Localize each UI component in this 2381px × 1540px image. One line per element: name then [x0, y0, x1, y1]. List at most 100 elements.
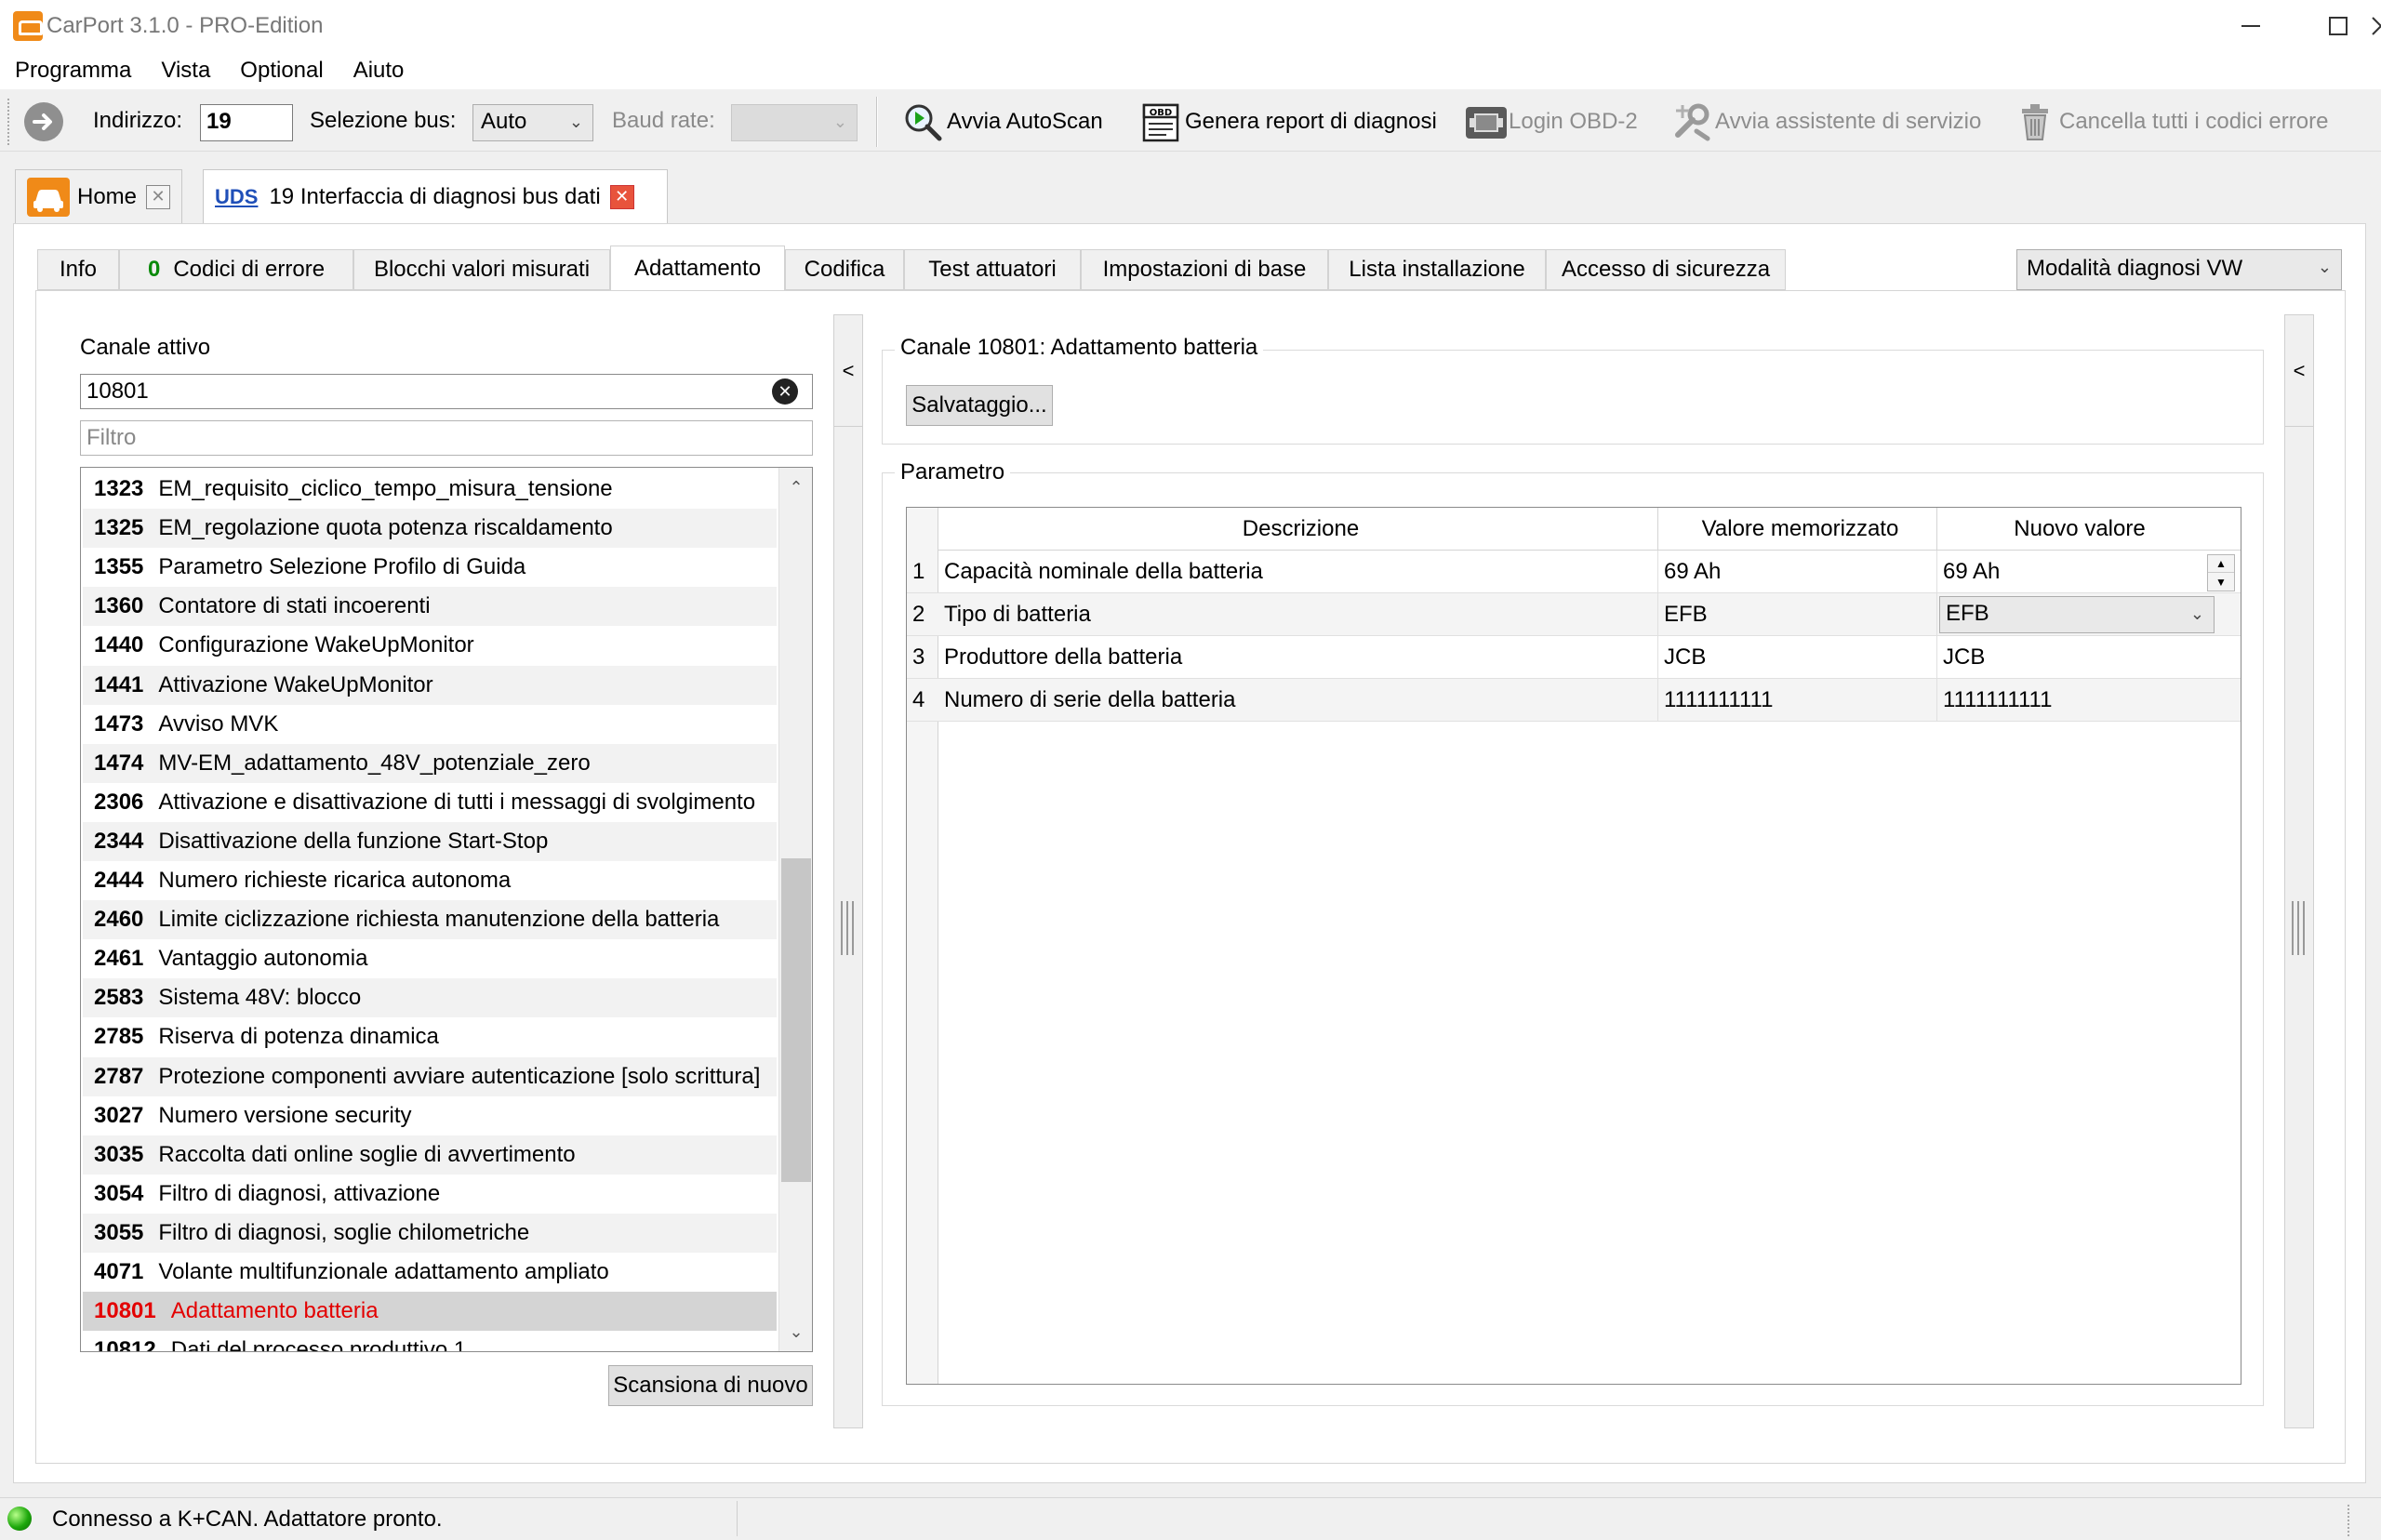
active-channel-label: Canale attivo — [80, 335, 211, 360]
row-new-value[interactable]: JCB — [1937, 636, 2216, 679]
col-new-value[interactable]: Nuovo valore — [1937, 508, 2216, 551]
channel-name: Disattivazione della funzione Start-Stop — [158, 829, 549, 854]
channel-title: Canale 10801: Adattamento batteria — [895, 335, 1264, 361]
active-channel-input[interactable]: 10801 — [80, 374, 813, 409]
channel-name: EM_requisito_ciclico_tempo_misura_tensio… — [158, 476, 613, 501]
clear-input-icon[interactable]: ✕ — [772, 378, 798, 405]
generate-report-button[interactable]: OBD Genera report di diagnosi — [1140, 97, 1437, 147]
report-document-icon: OBD — [1140, 101, 1181, 142]
address-label: Indirizzo: — [93, 108, 183, 133]
baud-select[interactable]: ⌄ — [731, 104, 858, 141]
close-window-button[interactable] — [2338, 0, 2381, 52]
channel-code: 2787 — [94, 1064, 144, 1089]
menu-programma[interactable]: Programma — [6, 58, 140, 84]
list-item[interactable]: 1325 EM_regolazione quota potenza riscald… — [83, 509, 777, 548]
list-item[interactable]: 2344 Disattivazione della funzione Start-… — [83, 822, 777, 861]
chevron-up-icon[interactable]: ⌃ — [779, 473, 812, 501]
list-item[interactable]: 3054 Filtro di diagnosi, attivazione — [83, 1175, 777, 1214]
collapse-left-button[interactable]: < — [834, 315, 862, 427]
doc-tab-interface[interactable]: UDS 19 Interfaccia di diagnosi bus dati … — [203, 169, 668, 223]
row-number: 4 — [912, 687, 925, 712]
list-item[interactable]: 1440 Configurazione WakeUpMonitor — [83, 626, 777, 665]
list-item[interactable]: 1360 Contatore di stati incoerenti — [83, 587, 777, 626]
connection-status-led-icon — [7, 1507, 32, 1531]
filter-input[interactable]: Filtro — [80, 420, 813, 456]
clear-codes-label: Cancella tutti i codici errore — [2059, 109, 2329, 134]
list-item[interactable]: 2787 Protezione componenti avviare autent… — [83, 1057, 777, 1096]
login-obd-button[interactable]: Login OBD-2 — [1464, 97, 1638, 147]
car-icon — [27, 177, 70, 217]
right-splitter[interactable]: < — [2284, 314, 2314, 1428]
close-tab-icon[interactable]: ✕ — [609, 184, 634, 209]
address-input[interactable]: 19 — [200, 104, 293, 141]
list-item[interactable]: 3035 Raccolta dati online soglie di avver… — [83, 1135, 777, 1175]
menu-vista[interactable]: Vista — [152, 58, 219, 84]
tab-security-access[interactable]: Accesso di sicurezza — [1546, 249, 1786, 290]
list-item[interactable]: 10812 Dati del processo produttivo 1 — [83, 1331, 777, 1351]
list-item[interactable]: 2785 Riserva di potenza dinamica — [83, 1017, 777, 1056]
list-item[interactable]: 1473 Avviso MVK — [83, 705, 777, 744]
tab-actuator-test[interactable]: Test attuatori — [904, 249, 1081, 290]
list-item[interactable]: 1474 MV-EM_adattamento_48V_potenziale_zer… — [83, 744, 777, 783]
rescan-button[interactable]: Scansiona di nuovo — [608, 1365, 813, 1406]
autoscan-button[interactable]: Avvia AutoScan — [902, 97, 1103, 147]
diagnosis-mode-select[interactable]: Modalità diagnosi VW ⌄ — [2016, 249, 2342, 290]
channel-name: Raccolta dati online soglie di avvertime… — [158, 1142, 576, 1167]
spin-down-icon[interactable]: ▼ — [2208, 573, 2234, 591]
scrollbar-thumb[interactable] — [781, 858, 811, 1182]
list-item[interactable]: 3027 Numero versione security — [83, 1096, 777, 1135]
tab-info[interactable]: Info — [37, 249, 119, 290]
menu-optional[interactable]: Optional — [231, 58, 332, 84]
list-item[interactable]: 1441 Attivazione WakeUpMonitor — [83, 666, 777, 705]
doc-tab-home[interactable]: Home ✕ — [15, 169, 182, 223]
list-item[interactable]: 2444 Numero richieste ricarica autonoma — [83, 861, 777, 900]
col-description[interactable]: Descrizione — [938, 508, 1658, 551]
battery-type-select[interactable]: EFB ⌄ — [1939, 596, 2215, 633]
menu-bar: Programma Vista Optional Aiuto — [0, 52, 2381, 89]
chevron-down-icon[interactable]: ⌄ — [779, 1318, 812, 1346]
resize-grip[interactable] — [2348, 1505, 2351, 1536]
spin-buttons[interactable]: ▲ ▼ — [2207, 554, 2235, 591]
connect-arrow-button[interactable] — [24, 102, 63, 141]
channel-code: 1473 — [94, 711, 144, 737]
uds-badge: UDS — [215, 184, 259, 208]
list-item[interactable]: 3055 Filtro di diagnosi, soglie chilometr… — [83, 1214, 777, 1253]
list-item[interactable]: 2583 Sistema 48V: blocco — [83, 978, 777, 1017]
channel-code: 3054 — [94, 1181, 144, 1206]
tab-coding[interactable]: Codifica — [785, 249, 904, 290]
save-button[interactable]: Salvataggio... — [906, 385, 1053, 426]
channel-list-scrollbar[interactable]: ⌃ ⌄ — [778, 468, 812, 1351]
tab-adaptation[interactable]: Adattamento — [610, 246, 785, 292]
list-item[interactable]: 4071 Volante multifunzionale adattamento … — [83, 1253, 777, 1292]
list-item[interactable]: 2306 Attivazione e disattivazione di tutt… — [83, 783, 777, 822]
splitter-grip-icon — [841, 901, 854, 955]
minimize-button[interactable] — [2208, 0, 2294, 52]
list-item[interactable]: 2461 Vantaggio autonomia — [83, 939, 777, 978]
service-assistant-button[interactable]: Avvia assistente di servizio — [1670, 97, 1981, 147]
tab-installation-list-label: Lista installazione — [1349, 257, 1525, 282]
channel-name: Filtro di diagnosi, soglie chilometriche — [158, 1220, 530, 1245]
window-title: CarPort 3.1.0 - PRO-Edition — [47, 13, 324, 38]
tab-basic-settings[interactable]: Impostazioni di base — [1081, 249, 1328, 290]
report-label: Genera report di diagnosi — [1185, 109, 1437, 134]
left-splitter[interactable]: < — [833, 314, 863, 1428]
spin-up-icon[interactable]: ▲ — [2208, 555, 2234, 573]
close-tab-icon[interactable]: ✕ — [146, 184, 170, 209]
collapse-right-button[interactable]: < — [2285, 315, 2313, 427]
list-item[interactable]: 1323 EM_requisito_ciclico_tempo_misura_te… — [83, 470, 777, 509]
row-new-value-spin[interactable]: 69 Ah — [1937, 551, 2216, 593]
list-item[interactable]: 10801 Adattamento batteria — [83, 1292, 777, 1331]
row-number: 2 — [912, 602, 925, 627]
spin-value: 69 Ah — [1943, 559, 2001, 584]
row-new-value[interactable]: 1111111111 — [1937, 679, 2216, 722]
clear-codes-button[interactable]: Cancella tutti i codici errore — [2015, 97, 2328, 147]
bus-select[interactable]: Auto ⌄ — [472, 104, 593, 141]
col-stored-value[interactable]: Valore memorizzato — [1658, 508, 1937, 551]
tab-error-codes[interactable]: 0 Codici di errore — [119, 249, 353, 290]
list-item[interactable]: 1355 Parametro Selezione Profilo di Guida — [83, 548, 777, 587]
tab-measured-values[interactable]: Blocchi valori misurati — [353, 249, 610, 290]
toolbar-grip[interactable] — [7, 99, 11, 145]
list-item[interactable]: 2460 Limite ciclizzazione richiesta manut… — [83, 900, 777, 939]
tab-installation-list[interactable]: Lista installazione — [1328, 249, 1546, 290]
menu-aiuto[interactable]: Aiuto — [344, 58, 414, 84]
